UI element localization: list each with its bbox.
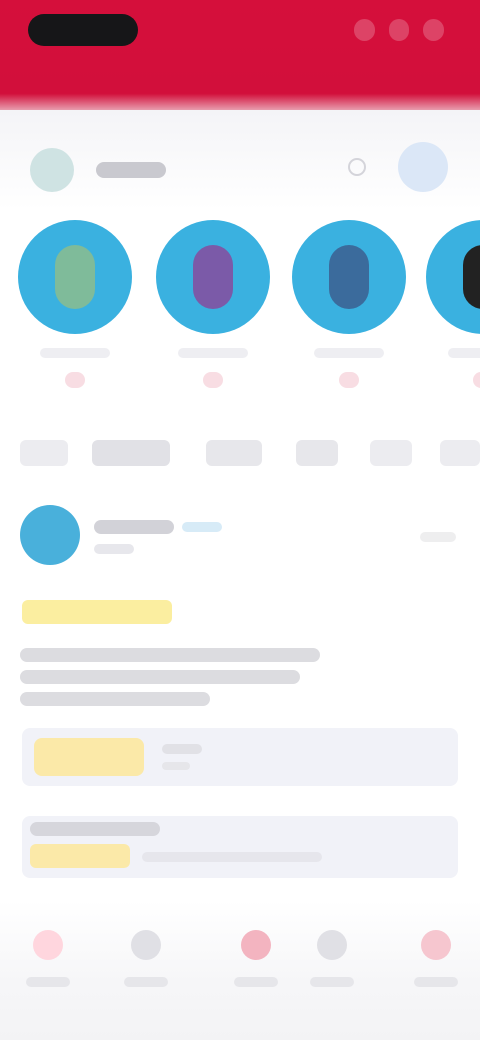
nav-create[interactable] bbox=[216, 915, 296, 1005]
story-label-placeholder bbox=[40, 348, 110, 358]
story-label-placeholder bbox=[178, 348, 248, 358]
story-thumbnail bbox=[193, 245, 233, 309]
story-badge bbox=[473, 372, 480, 388]
nav-label-placeholder bbox=[310, 977, 354, 987]
profile-icon bbox=[421, 930, 451, 960]
profile-avatar[interactable] bbox=[398, 142, 448, 192]
post-author-avatar[interactable] bbox=[20, 505, 80, 565]
story-badge bbox=[65, 372, 85, 388]
tab-3[interactable] bbox=[296, 440, 338, 466]
bell-icon[interactable] bbox=[353, 19, 375, 41]
story-item[interactable] bbox=[426, 220, 480, 410]
user-name-placeholder bbox=[96, 162, 166, 178]
post-text-line bbox=[20, 648, 320, 662]
discover-icon bbox=[131, 930, 161, 960]
app-logo-pill[interactable] bbox=[28, 14, 138, 46]
tab-0[interactable] bbox=[20, 440, 68, 466]
related-card[interactable] bbox=[22, 816, 458, 878]
product-card[interactable] bbox=[22, 728, 458, 786]
product-price-placeholder bbox=[162, 762, 190, 770]
story-badge bbox=[339, 372, 359, 388]
related-tag bbox=[30, 844, 130, 868]
nav-label-placeholder bbox=[124, 977, 168, 987]
post-timestamp-placeholder bbox=[94, 544, 134, 554]
chat-icon[interactable] bbox=[388, 19, 410, 41]
related-text-placeholder bbox=[142, 852, 322, 862]
nav-discover[interactable] bbox=[106, 915, 186, 1005]
search-icon[interactable] bbox=[348, 158, 366, 176]
story-item[interactable] bbox=[292, 220, 406, 410]
story-thumbnail bbox=[55, 245, 95, 309]
related-title-placeholder bbox=[30, 822, 160, 836]
stories-row bbox=[0, 220, 480, 420]
post-author-name-placeholder[interactable] bbox=[94, 520, 174, 534]
nav-label-placeholder bbox=[26, 977, 70, 987]
header-actions bbox=[353, 18, 444, 42]
product-title-placeholder bbox=[162, 744, 202, 754]
story-thumbnail bbox=[463, 245, 480, 309]
verified-badge bbox=[182, 522, 222, 532]
post-tag[interactable] bbox=[22, 600, 172, 624]
nav-label-placeholder bbox=[414, 977, 458, 987]
nav-profile[interactable] bbox=[396, 915, 476, 1005]
post-text-line bbox=[20, 692, 210, 706]
story-label-placeholder bbox=[314, 348, 384, 358]
create-icon bbox=[241, 930, 271, 960]
follow-button-placeholder[interactable] bbox=[420, 532, 456, 542]
tab-5[interactable] bbox=[440, 440, 480, 466]
nav-label-placeholder bbox=[234, 977, 278, 987]
story-item[interactable] bbox=[156, 220, 270, 410]
app-header bbox=[0, 0, 480, 120]
nav-home[interactable] bbox=[8, 915, 88, 1005]
tab-2[interactable] bbox=[206, 440, 262, 466]
tab-1[interactable] bbox=[92, 440, 170, 466]
more-icon[interactable] bbox=[423, 19, 444, 41]
user-avatar[interactable] bbox=[30, 148, 74, 192]
category-tabs bbox=[0, 440, 480, 468]
nav-messages[interactable] bbox=[292, 915, 372, 1005]
home-icon bbox=[33, 930, 63, 960]
product-thumbnail bbox=[34, 738, 144, 776]
story-badge bbox=[203, 372, 223, 388]
tab-4[interactable] bbox=[370, 440, 412, 466]
app-screen bbox=[0, 0, 480, 1040]
story-item[interactable] bbox=[18, 220, 132, 410]
post-text-line bbox=[20, 670, 300, 684]
story-thumbnail bbox=[329, 245, 369, 309]
messages-icon bbox=[317, 930, 347, 960]
story-label-placeholder bbox=[448, 348, 480, 358]
